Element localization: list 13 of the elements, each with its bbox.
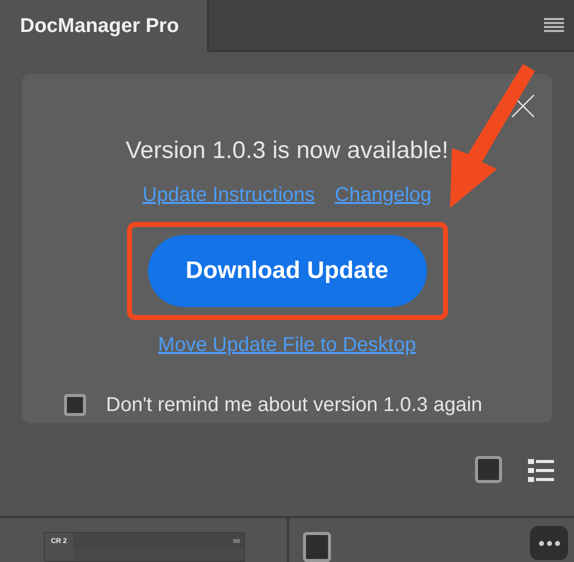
checkbox[interactable]: [64, 394, 86, 416]
menu-icon[interactable]: [544, 18, 564, 32]
download-button[interactable]: Download Update: [148, 235, 426, 307]
close-icon[interactable]: [511, 94, 535, 118]
square-icon[interactable]: [303, 532, 331, 562]
more-button[interactable]: [530, 526, 568, 560]
square-icon[interactable]: [475, 456, 502, 484]
update-message: Version 1.0.3 is now available!: [126, 136, 448, 166]
move-file-link[interactable]: Move Update File to Desktop: [158, 330, 416, 360]
checkbox-label: Don't remind me about version 1.0.3 again: [106, 393, 482, 418]
link[interactable]: Changelog: [334, 180, 432, 210]
list-icon[interactable]: [528, 458, 554, 482]
link[interactable]: Update Instructions: [142, 180, 315, 210]
